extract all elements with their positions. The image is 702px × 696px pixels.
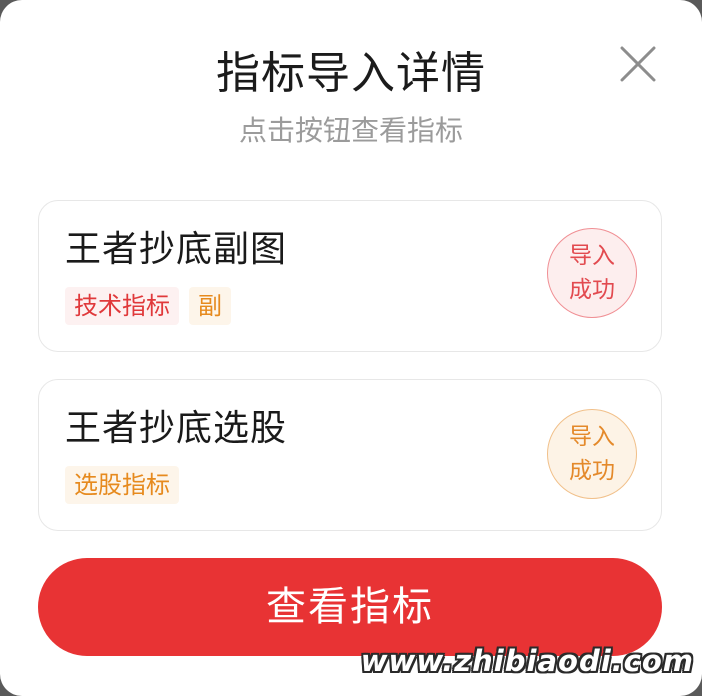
tag-stock-selection-indicator: 选股指标 bbox=[65, 466, 179, 504]
import-success-stamp: 导入 成功 bbox=[547, 409, 637, 499]
indicator-card: 王者抄底选股 选股指标 导入 成功 bbox=[38, 379, 662, 531]
stamp-line-1: 导入 bbox=[569, 243, 615, 269]
import-success-stamp: 导入 成功 bbox=[547, 228, 637, 318]
view-indicators-button[interactable]: 查看指标 bbox=[38, 558, 662, 656]
stamp-line-1: 导入 bbox=[569, 424, 615, 450]
dialog-title: 指标导入详情 bbox=[216, 48, 486, 99]
stamp-line-2: 成功 bbox=[569, 458, 615, 484]
indicator-name: 王者抄底副图 bbox=[65, 229, 288, 270]
tag-technical-indicator: 技术指标 bbox=[65, 287, 179, 325]
indicator-name: 王者抄底选股 bbox=[65, 408, 288, 449]
indicator-card: 王者抄底副图 技术指标 副 导入 成功 bbox=[38, 200, 662, 352]
tag-list: 技术指标 副 bbox=[65, 287, 231, 325]
indicator-import-dialog: 指标导入详情 点击按钮查看指标 王者抄底副图 技术指标 副 导入 成功 王者抄底… bbox=[0, 0, 702, 696]
tag-list: 选股指标 bbox=[65, 466, 179, 504]
tag-sub-chart: 副 bbox=[189, 287, 231, 325]
dialog-subtitle: 点击按钮查看指标 bbox=[238, 114, 463, 147]
close-icon[interactable] bbox=[612, 38, 664, 90]
stamp-line-2: 成功 bbox=[569, 277, 615, 303]
site-watermark: www.zhibiaodi.com bbox=[360, 644, 694, 678]
